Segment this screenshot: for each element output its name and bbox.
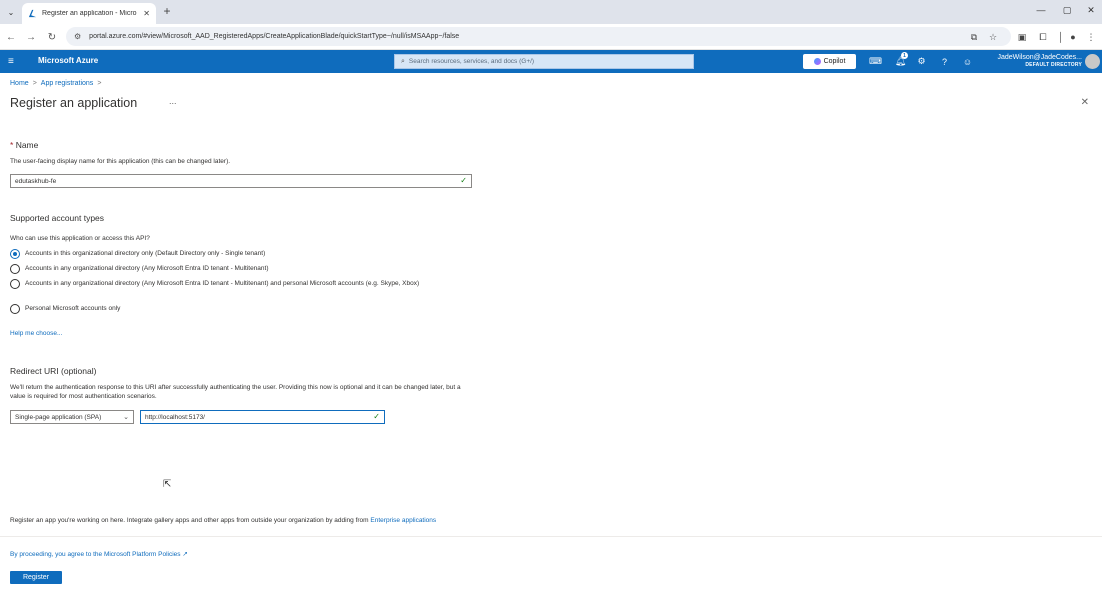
search-placeholder: Search resources, services, and docs (G+… (408, 58, 535, 65)
name-field-value: edutaskhub-fe (15, 177, 57, 185)
radio-multitenant[interactable]: Accounts in any organizational directory… (10, 264, 465, 274)
name-label: * Name (10, 140, 39, 150)
portal-menu-icon[interactable]: ≡ (8, 56, 14, 67)
tab-search-chevron-icon[interactable]: ⌄ (4, 5, 18, 19)
more-options-button[interactable]: ... (169, 96, 177, 106)
brand-title[interactable]: Microsoft Azure (38, 56, 98, 65)
redirect-uri-description: We'll return the authentication response… (10, 384, 461, 400)
window-close-icon[interactable]: ✕ (1084, 5, 1098, 16)
name-field[interactable]: edutaskhub-fe ✓ (10, 174, 472, 188)
extensions-puzzle-icon[interactable]: ⧠ (1036, 30, 1050, 44)
copilot-button[interactable]: Copilot (803, 54, 856, 69)
bookmark-star-icon[interactable]: ☆ (986, 30, 1000, 44)
new-tab-icon[interactable]: + (160, 4, 174, 18)
forward-icon[interactable]: → (24, 30, 38, 44)
minimize-icon[interactable]: — (1034, 5, 1048, 15)
restore-icon[interactable]: ▢ (1060, 5, 1074, 16)
redirect-uri-value: http://localhost:5173/ (145, 413, 205, 421)
feedback-icon[interactable]: ☺ (961, 55, 974, 68)
copilot-label: Copilot (823, 58, 846, 65)
back-icon[interactable]: ← (4, 30, 18, 44)
help-me-choose-link[interactable]: Help me choose... (10, 329, 62, 338)
install-app-icon[interactable]: ⧉ (967, 30, 981, 44)
settings-gear-icon[interactable]: ⚙ (915, 55, 928, 68)
search-icon: ⌕ (401, 57, 405, 65)
platform-select[interactable]: Single-page application (SPA) ⌄ (10, 410, 134, 424)
reload-icon[interactable]: ↻ (45, 30, 59, 44)
tab-close-icon[interactable]: ✕ (143, 9, 150, 18)
breadcrumb-separator-icon: > (97, 80, 102, 87)
address-bar[interactable]: ⚙ portal.azure.com/#view/Microsoft_AAD_R… (66, 27, 1011, 46)
browser-tab[interactable]: Register an application - Micro ✕ (22, 3, 156, 24)
platform-select-value: Single-page application (SPA) (15, 413, 102, 421)
radio-unselected-icon[interactable] (10, 264, 20, 274)
account-types-question: Who can use this application or access t… (10, 235, 150, 242)
radio-multitenant-personal[interactable]: Accounts in any organizational directory… (10, 279, 477, 289)
radio-personal-only[interactable]: Personal Microsoft accounts only (10, 304, 465, 314)
mouse-pointer-icon: ⇱ (163, 479, 172, 490)
help-icon[interactable]: ? (938, 55, 951, 68)
address-url: portal.azure.com/#view/Microsoft_AAD_Reg… (89, 33, 460, 40)
radio-label: Personal Microsoft accounts only (25, 305, 121, 312)
external-link-icon: ↗ (182, 551, 188, 558)
profile-icon[interactable]: ● (1066, 30, 1080, 44)
radio-label: Accounts in any organizational directory… (25, 280, 420, 287)
avatar[interactable] (1085, 54, 1100, 69)
extension-icon[interactable]: ▣ (1015, 30, 1029, 44)
page-title: Register an application (10, 96, 138, 110)
browser-tabstrip: ⌄ Register an application - Micro ✕ + — … (0, 0, 1102, 24)
divider (0, 536, 1102, 537)
account-types-heading: Supported account types (10, 213, 105, 223)
valid-check-icon: ✓ (460, 176, 467, 185)
radio-selected-icon[interactable] (10, 249, 20, 259)
browser-toolbar: ← → ↻ ⚙ portal.azure.com/#view/Microsoft… (0, 24, 1102, 50)
breadcrumb-separator-icon: > (32, 80, 37, 87)
radio-label: Accounts in any organizational directory… (25, 265, 269, 272)
radio-label: Accounts in this organizational director… (25, 250, 266, 257)
redirect-uri-heading: Redirect URI (optional) (10, 366, 97, 376)
name-description: The user-facing display name for this ap… (10, 158, 231, 165)
cloud-shell-icon[interactable]: ⌨ (869, 55, 882, 68)
browser-menu-icon[interactable]: ⋮ (1084, 30, 1098, 44)
breadcrumb-app-registrations[interactable]: App registrations (41, 80, 94, 87)
radio-single-tenant[interactable]: Accounts in this organizational director… (10, 249, 465, 259)
enterprise-applications-link[interactable]: Enterprise applications (370, 517, 436, 524)
tab-title: Register an application - Micro (42, 10, 137, 17)
enterprise-note: Register an app you're working on here. … (10, 517, 437, 524)
copilot-icon (813, 58, 821, 65)
valid-check-icon: ✓ (373, 412, 380, 421)
global-search-input[interactable]: ⌕ Search resources, services, and docs (… (394, 54, 694, 69)
notification-badge: 1 (901, 52, 908, 59)
site-info-icon[interactable]: ⚙ (74, 32, 81, 41)
radio-unselected-icon[interactable] (10, 304, 20, 314)
user-name: JadeWilson@JadeCodes... (997, 54, 1082, 61)
directory-name: DEFAULT DIRECTORY (1025, 62, 1082, 68)
chevron-down-icon: ⌄ (123, 414, 129, 421)
redirect-uri-input[interactable]: http://localhost:5173/ ✓ (140, 410, 385, 424)
breadcrumb-home[interactable]: Home (10, 80, 29, 87)
radio-unselected-icon[interactable] (10, 279, 20, 289)
azure-header: ≡ Microsoft Azure ⌕ Search resources, se… (0, 50, 1102, 73)
platform-policies-link[interactable]: By proceeding, you agree to the Microsof… (10, 550, 188, 559)
account-info[interactable]: JadeWilson@JadeCodes... DEFAULT DIRECTOR… (997, 53, 1082, 69)
azure-favicon-icon (28, 9, 37, 18)
required-mark: * (10, 140, 14, 150)
register-button[interactable]: Register (10, 571, 62, 584)
close-blade-icon[interactable]: ✕ (1081, 97, 1089, 108)
breadcrumb: Home > App registrations > (10, 80, 101, 87)
